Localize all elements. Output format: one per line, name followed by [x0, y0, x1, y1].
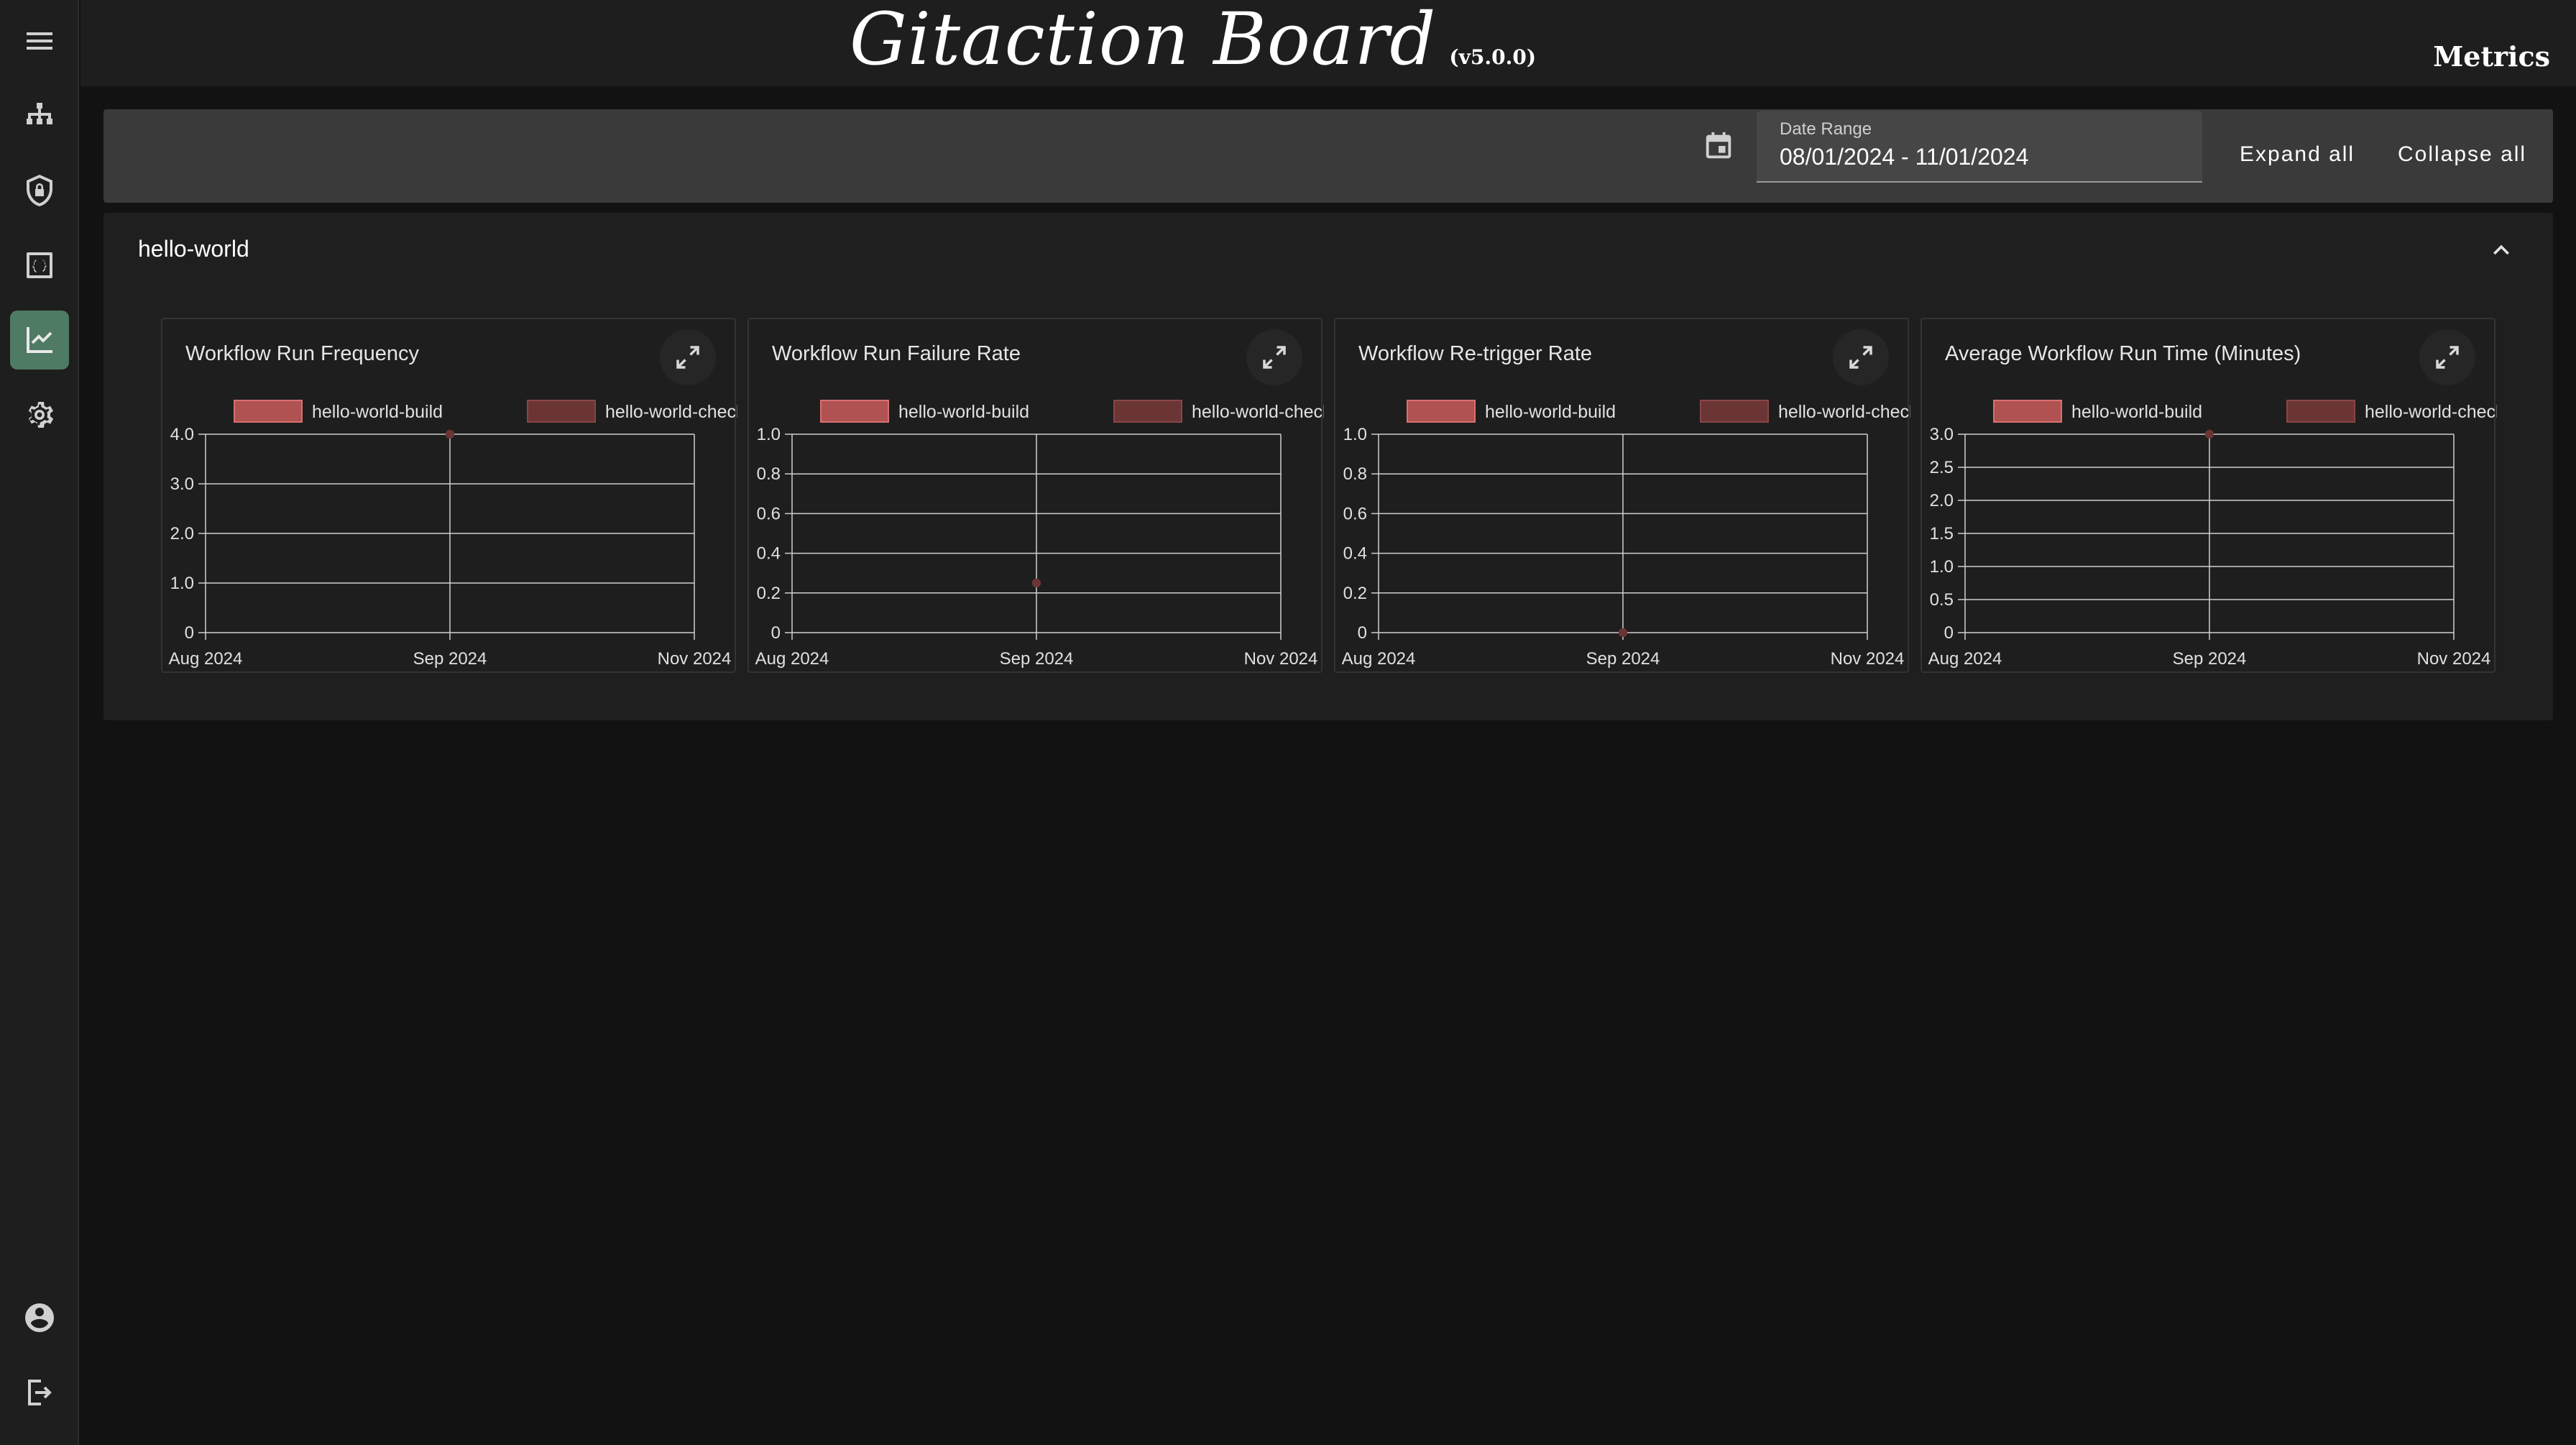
sidebar-item-metrics[interactable] [10, 311, 69, 370]
brand-name: Gitaction Board [850, 0, 1437, 81]
chart-card-failure-rate: Workflow Run Failure Rate hello-world-bu… [748, 318, 1324, 673]
sidebar-item-security[interactable] [10, 161, 69, 220]
gear-icon [28, 402, 54, 428]
page-title: Metrics [2433, 40, 2550, 73]
legend-label: hello-world-checks [605, 402, 737, 422]
legend-label: hello-world-checks [1778, 402, 1910, 422]
chart-card-frequency: Workflow Run Frequency hello-world-build… [161, 318, 737, 673]
version-label: (v5.0.0) [1449, 45, 1537, 69]
menu-icon [27, 32, 52, 50]
legend-label: hello-world-build [2071, 402, 2202, 422]
legend-swatch [1700, 400, 1769, 423]
brand: Gitaction Board (v5.0.0) [850, 0, 1536, 86]
code-braces-icon [27, 252, 52, 278]
expand-all-button[interactable]: Expand all [2240, 142, 2355, 167]
legend-swatch [820, 400, 889, 423]
y-tick-label: 4.0 [170, 425, 194, 444]
logout-button[interactable] [10, 1363, 69, 1422]
x-tick-label: Aug 2024 [755, 649, 829, 669]
account-circle-icon [25, 1303, 54, 1332]
y-tick-label: 0.4 [1343, 544, 1367, 564]
legend-swatch [527, 400, 596, 423]
y-tick-label: 1.5 [1930, 524, 1954, 543]
chart-line-icon [27, 327, 52, 353]
repo-section: hello-world Workflow Run Frequency hello… [104, 213, 2553, 720]
x-tick-label: Nov 2024 [2417, 649, 2491, 669]
legend-label: hello-world-build [1485, 402, 1616, 422]
y-tick-label: 3.0 [170, 474, 194, 494]
x-tick-label: Sep 2024 [413, 649, 487, 669]
chart-plot: hello-world-build hello-world-checks 0 0.5 1… [1928, 400, 2497, 669]
legend-swatch [1993, 400, 2062, 423]
y-tick-label: 3.0 [1930, 425, 1954, 444]
date-range-value[interactable]: 08/01/2024 - 11/01/2024 [1780, 144, 2028, 170]
data-point [446, 430, 454, 439]
x-tick-label: Aug 2024 [169, 649, 243, 669]
y-tick-label: 0.6 [1343, 504, 1367, 523]
x-tick-label: Sep 2024 [1000, 649, 1074, 669]
y-tick-label: 0 [1358, 623, 1367, 643]
x-tick-label: Sep 2024 [1586, 649, 1660, 669]
data-point [2205, 430, 2214, 439]
y-tick-label: 2.5 [1930, 458, 1954, 477]
sidebar [0, 0, 79, 1445]
y-tick-label: 0.8 [1343, 464, 1367, 484]
x-tick-label: Nov 2024 [1244, 649, 1318, 669]
legend-label: hello-world-build [898, 402, 1029, 422]
account-button[interactable] [10, 1288, 69, 1347]
logout-icon [28, 1380, 52, 1405]
app-header: Gitaction Board (v5.0.0) Metrics [80, 0, 2576, 86]
menu-button[interactable] [10, 12, 69, 70]
y-tick-label: 2.0 [1930, 491, 1954, 510]
x-tick-label: Nov 2024 [658, 649, 732, 669]
chevron-up-icon[interactable] [2485, 234, 2517, 266]
sidebar-item-organization[interactable] [10, 88, 69, 147]
filter-toolbar: Date Range 08/01/2024 - 11/01/2024 Expan… [104, 109, 2553, 203]
x-tick-label: Aug 2024 [1342, 649, 1416, 669]
shield-lock-icon [27, 175, 52, 206]
section-title[interactable]: hello-world [138, 236, 249, 262]
date-range-label: Date Range [1780, 119, 1872, 139]
y-tick-label: 1.0 [170, 574, 194, 593]
data-point [1619, 628, 1627, 637]
chart-plot: hello-world-build hello-world-checks 0 0.2 0… [1342, 400, 1910, 669]
collapse-all-button[interactable]: Collapse all [2398, 142, 2526, 167]
y-tick-label: 0.2 [1343, 584, 1367, 603]
legend-swatch [234, 400, 303, 423]
legend-label: hello-world-checks [2365, 402, 2497, 422]
y-tick-label: 0 [771, 623, 781, 643]
date-range-field[interactable]: Date Range 08/01/2024 - 11/01/2024 [1757, 111, 2202, 183]
chart-plot: hello-world-build hello-world-checks 0 1.0 2… [169, 400, 737, 669]
legend-swatch [1113, 400, 1182, 423]
y-tick-label: 0.8 [757, 464, 781, 484]
y-tick-label: 0.2 [757, 584, 781, 603]
y-tick-label: 1.0 [757, 425, 781, 444]
legend-label: hello-world-checks [1192, 402, 1324, 422]
y-tick-label: 0.6 [757, 504, 781, 523]
y-tick-label: 2.0 [170, 524, 194, 543]
x-tick-label: Nov 2024 [1831, 649, 1905, 669]
x-tick-label: Sep 2024 [2173, 649, 2247, 669]
legend-swatch [2286, 400, 2355, 423]
y-tick-label: 1.0 [1930, 557, 1954, 577]
y-tick-label: 0.4 [757, 544, 781, 564]
sitemap-icon [27, 103, 52, 124]
y-tick-label: 0 [1944, 623, 1954, 643]
chart-plot: hello-world-build hello-world-checks 0 0.2 0… [755, 400, 1324, 669]
x-tick-label: Aug 2024 [1928, 649, 2002, 669]
y-tick-label: 1.0 [1343, 425, 1367, 444]
sidebar-item-workflows[interactable] [10, 236, 69, 295]
legend-swatch [1407, 400, 1476, 423]
chart-card-retrigger-rate: Workflow Re-trigger Rate hello-world-bui… [1334, 318, 1910, 673]
chart-card-avg-run-time: Average Workflow Run Time (Minutes) hell… [1920, 318, 2497, 673]
data-point [1032, 579, 1041, 587]
y-tick-label: 0.5 [1930, 590, 1954, 610]
sidebar-item-settings[interactable] [10, 385, 69, 444]
legend-label: hello-world-build [312, 402, 443, 422]
calendar-icon [1706, 132, 1731, 159]
calendar-button[interactable] [1696, 124, 1741, 168]
y-tick-label: 0 [185, 623, 194, 643]
